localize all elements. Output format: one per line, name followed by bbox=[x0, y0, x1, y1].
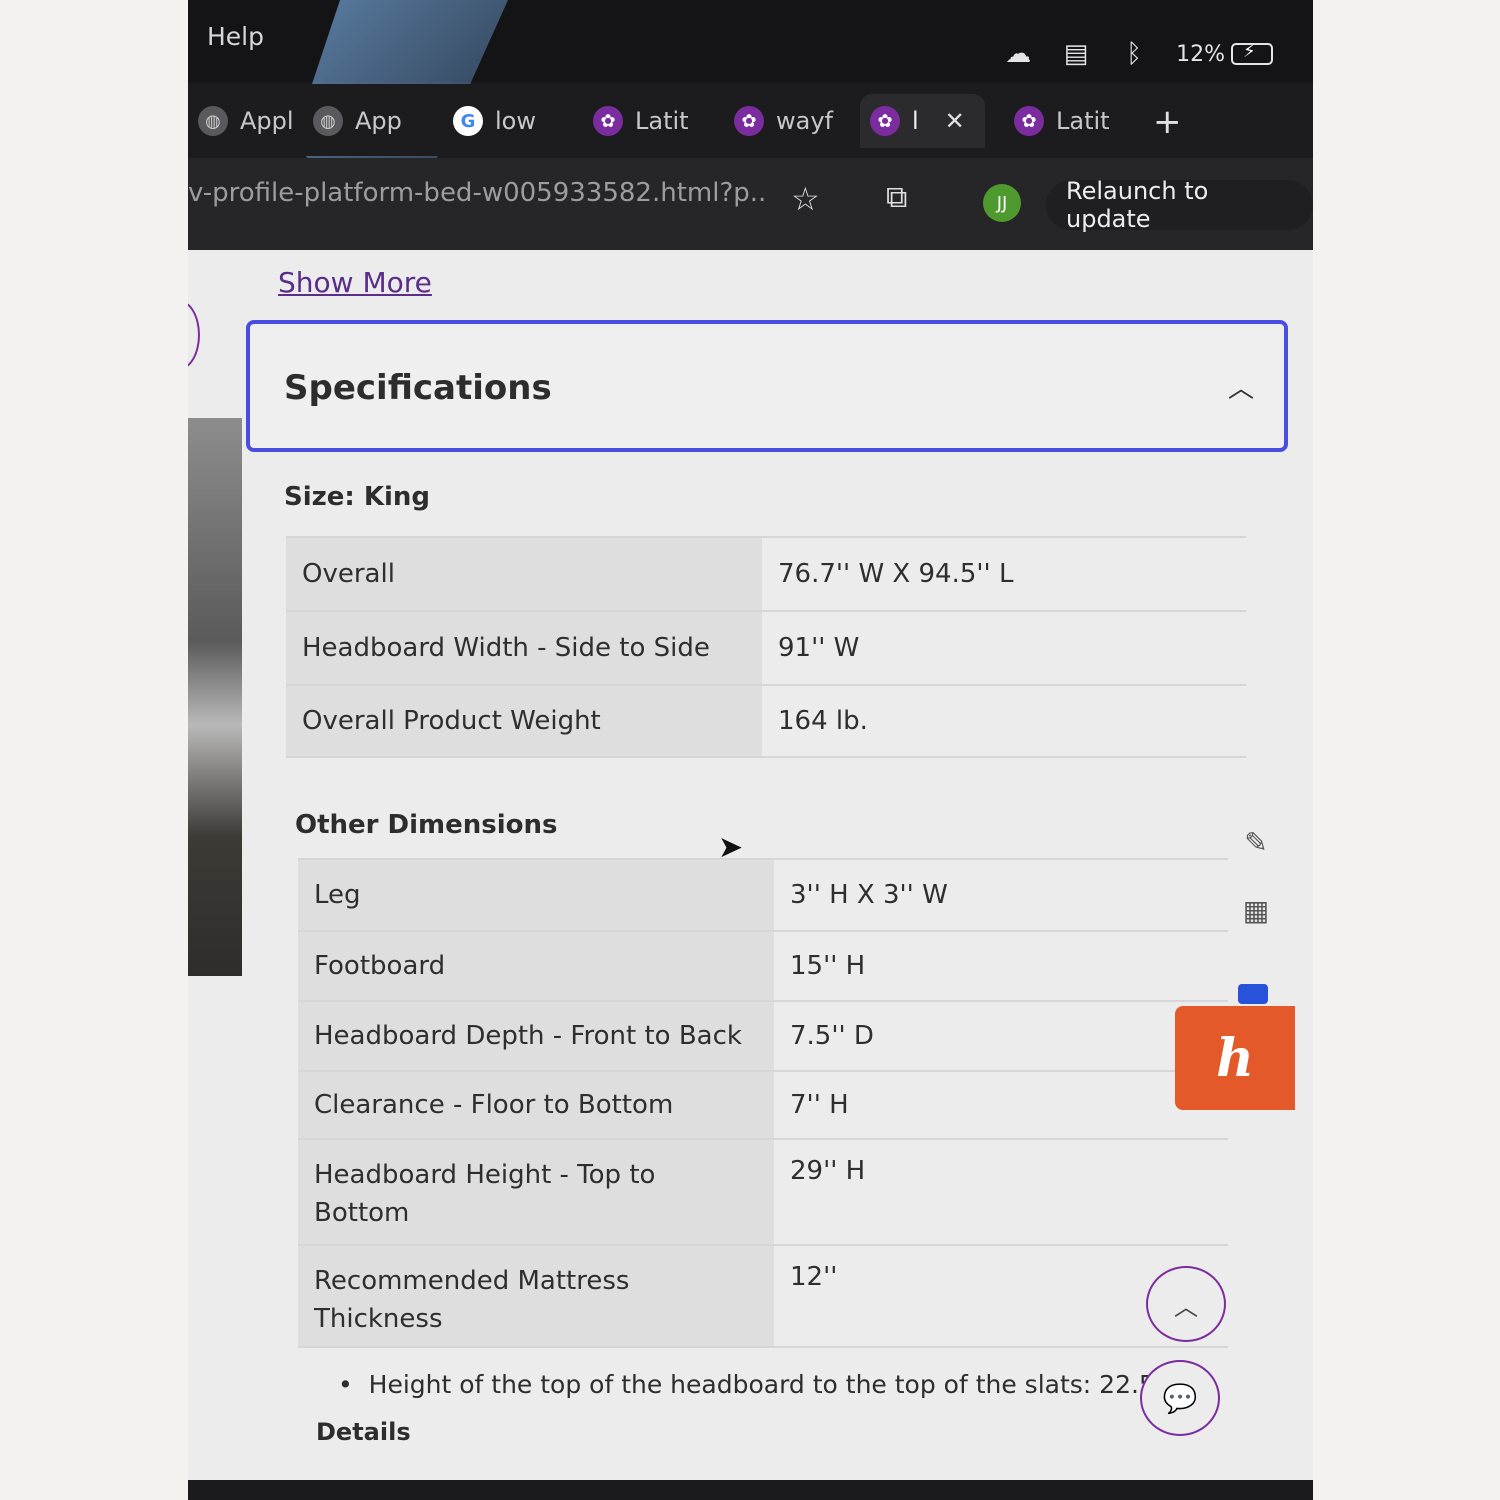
bluetooth-icon[interactable]: ᛒ bbox=[1118, 38, 1150, 70]
battery-charging-icon bbox=[1231, 41, 1273, 65]
extensions-icon[interactable]: ⧉ bbox=[886, 180, 907, 215]
size-spec-table: Overall 76.7'' W X 94.5'' L Headboard Wi… bbox=[286, 536, 1246, 758]
other-dimensions-table: Leg 3'' H X 3'' W Footboard 15'' H Headb… bbox=[298, 858, 1228, 1348]
bookmark-star-icon[interactable]: ☆ bbox=[791, 180, 820, 218]
tab-label: wayf bbox=[776, 107, 833, 135]
tab-5[interactable]: ✿ wayf bbox=[724, 94, 843, 148]
spec-key: Footboard bbox=[298, 932, 774, 1000]
product-thumbnail[interactable] bbox=[188, 418, 242, 976]
battery-indicator[interactable]: 12% bbox=[1176, 41, 1273, 67]
web-page: Show More Specifications ︿ Size: King Ov… bbox=[188, 250, 1313, 1480]
table-row: Recommended Mattress Thickness 12'' bbox=[298, 1244, 1228, 1348]
profile-avatar[interactable]: JJ bbox=[983, 184, 1021, 222]
status-area: ☁ ▤ ᛒ 12% bbox=[1002, 38, 1273, 70]
spec-value: 29'' H bbox=[774, 1140, 1228, 1244]
chat-bubble-icon: 💬 bbox=[1162, 1381, 1198, 1415]
spec-key: Overall Product Weight bbox=[286, 686, 762, 756]
tab-active[interactable]: ✿ l ✕ bbox=[860, 94, 985, 148]
calendar-edit-icon[interactable]: ▦ bbox=[1232, 886, 1280, 934]
address-bar: v-profile-platform-bed-w005933582.html?p… bbox=[188, 158, 1313, 250]
mouse-cursor-icon: ➤ bbox=[718, 830, 744, 865]
screen-bezel-bottom bbox=[188, 1480, 1313, 1500]
wayfair-icon: ✿ bbox=[870, 106, 900, 136]
other-dimensions-label: Other Dimensions bbox=[295, 810, 558, 840]
bullet-dot-icon: • bbox=[338, 1370, 369, 1399]
spec-key: Overall bbox=[286, 538, 762, 610]
relaunch-button[interactable]: Relaunch to update bbox=[1046, 177, 1313, 233]
screen: Help ☁ ▤ ᛒ 12% ◍ Appl ◍ App G bbox=[188, 0, 1313, 1500]
tab-label: low bbox=[495, 107, 536, 135]
close-tab-icon[interactable]: ✕ bbox=[945, 107, 965, 135]
carousel-circle[interactable] bbox=[188, 300, 200, 370]
cloud-sync-icon[interactable]: ☁ bbox=[1002, 38, 1034, 70]
photo-frame: Help ☁ ▤ ᛒ 12% ◍ Appl ◍ App G bbox=[0, 0, 1500, 1500]
spec-key: Leg bbox=[298, 860, 774, 930]
specifications-title: Specifications bbox=[284, 368, 552, 408]
table-row: Headboard Depth - Front to Back 7.5'' D bbox=[298, 1000, 1228, 1070]
new-tab-button[interactable]: + bbox=[1153, 102, 1182, 142]
wayfair-icon: ✿ bbox=[593, 106, 623, 136]
details-label: Details bbox=[316, 1418, 411, 1446]
tab-label: Latit bbox=[1056, 107, 1110, 135]
spec-key: Recommended Mattress Thickness bbox=[298, 1246, 774, 1346]
honey-extension-button[interactable]: h bbox=[1175, 1006, 1295, 1110]
more-menu-icon[interactable]: ⋮ bbox=[1303, 186, 1313, 219]
chevron-up-icon[interactable]: ︿ bbox=[1228, 368, 1254, 405]
battery-percent: 12% bbox=[1176, 41, 1225, 67]
spec-value: 15'' H bbox=[774, 932, 1228, 1000]
tab-1[interactable]: ◍ Appl bbox=[188, 94, 304, 148]
tab-label: Appl bbox=[240, 107, 294, 135]
table-row: Overall Product Weight 164 lb. bbox=[286, 684, 1246, 758]
specifications-accordion[interactable]: Specifications ︿ bbox=[246, 320, 1288, 452]
spec-key: Headboard Height - Top to Bottom bbox=[298, 1140, 774, 1244]
spec-key: Clearance - Floor to Bottom bbox=[298, 1072, 774, 1138]
honey-badge-icon bbox=[1238, 984, 1268, 1004]
tab-2[interactable]: ◍ App bbox=[303, 94, 412, 148]
table-row: Leg 3'' H X 3'' W bbox=[298, 858, 1228, 930]
tab-label: l bbox=[912, 107, 919, 135]
spec-value: 164 lb. bbox=[762, 686, 1246, 756]
side-toolbar: ✎ ▦ bbox=[1228, 818, 1284, 934]
globe-icon: ◍ bbox=[313, 106, 343, 136]
show-more-link[interactable]: Show More bbox=[278, 266, 432, 299]
folder-stack-icon[interactable]: ▤ bbox=[1060, 38, 1092, 70]
spec-key: Headboard Width - Side to Side bbox=[286, 612, 762, 684]
menu-bar: Help ☁ ▤ ᛒ 12% bbox=[188, 0, 1313, 240]
table-row: Headboard Height - Top to Bottom 29'' H bbox=[298, 1138, 1228, 1244]
scroll-to-top-button[interactable]: ︿ bbox=[1146, 1266, 1226, 1342]
spec-value: 7.5'' D bbox=[774, 1002, 1228, 1070]
spec-value: 7'' H bbox=[774, 1072, 1228, 1138]
tab-bar: ◍ Appl ◍ App G low ✿ Latit ✿ wayf ✿ l ✕ … bbox=[188, 84, 1313, 156]
table-row: Clearance - Floor to Bottom 7'' H bbox=[298, 1070, 1228, 1138]
table-row: Overall 76.7'' W X 94.5'' L bbox=[286, 536, 1246, 610]
size-label: Size: King bbox=[284, 482, 431, 512]
tab-3[interactable]: G low bbox=[443, 94, 546, 148]
pencil-edit-icon[interactable]: ✎ bbox=[1232, 818, 1280, 866]
menu-help[interactable]: Help bbox=[207, 22, 264, 51]
tab-label: App bbox=[355, 107, 402, 135]
spec-value: 3'' H X 3'' W bbox=[774, 860, 1228, 930]
tab-label: Latit bbox=[635, 107, 689, 135]
chevron-up-icon: ︿ bbox=[1174, 1292, 1198, 1321]
globe-icon: ◍ bbox=[198, 106, 228, 136]
table-row: Footboard 15'' H bbox=[298, 930, 1228, 1000]
url-field[interactable]: v-profile-platform-bed-w005933582.html?p… bbox=[188, 178, 768, 208]
spec-value: 76.7'' W X 94.5'' L bbox=[762, 538, 1246, 610]
bullet-note: • Height of the top of the headboard to … bbox=[338, 1370, 1166, 1399]
spec-key: Headboard Depth - Front to Back bbox=[298, 1002, 774, 1070]
spec-value: 91'' W bbox=[762, 612, 1246, 684]
table-row: Headboard Width - Side to Side 91'' W bbox=[286, 610, 1246, 684]
bullet-text: Height of the top of the headboard to th… bbox=[368, 1370, 1167, 1399]
tab-7[interactable]: ✿ Latit bbox=[1004, 94, 1120, 148]
wayfair-icon: ✿ bbox=[1014, 106, 1044, 136]
wayfair-icon: ✿ bbox=[734, 106, 764, 136]
google-icon: G bbox=[453, 106, 483, 136]
chat-button[interactable]: 💬 bbox=[1140, 1360, 1220, 1436]
tab-4[interactable]: ✿ Latit bbox=[583, 94, 699, 148]
